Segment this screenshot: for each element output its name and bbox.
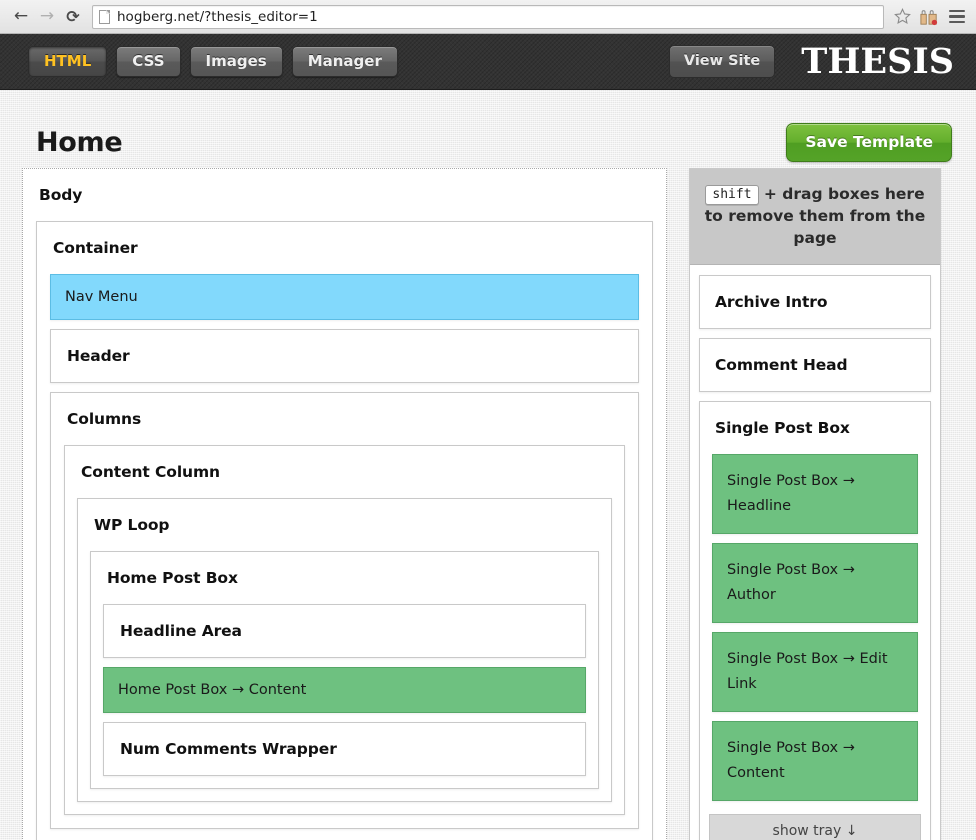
tab-css[interactable]: CSS: [116, 45, 181, 78]
tray-item-comment-head[interactable]: Comment Head: [699, 338, 931, 392]
box-wp-loop-label: WP Loop: [94, 516, 170, 534]
tab-manager[interactable]: Manager: [291, 45, 398, 78]
box-container-children: Nav Menu Header Columns Content Column W…: [37, 274, 652, 840]
tray-item-single-post-box-headline-label: Single Post Box → Headline: [727, 473, 855, 514]
box-header-label: Header: [67, 347, 130, 365]
box-container[interactable]: Container Nav Menu Header Columns Conten…: [36, 221, 653, 840]
box-headline-area-label: Headline Area: [120, 622, 242, 640]
view-site-button[interactable]: View Site: [668, 45, 776, 78]
box-container-label: Container: [53, 239, 138, 257]
url-text: hogberg.net/?thesis_editor=1: [117, 8, 318, 25]
box-num-comments-wrapper[interactable]: Num Comments Wrapper: [103, 722, 586, 776]
tray-item-comment-head-label: Comment Head: [715, 356, 848, 374]
tray-item-archive-intro[interactable]: Archive Intro: [699, 275, 931, 329]
box-home-post-box-label: Home Post Box: [107, 569, 238, 587]
box-headline-area[interactable]: Headline Area: [103, 604, 586, 658]
tray-item-single-post-box-author[interactable]: Single Post Box → Author: [712, 542, 918, 623]
chrome-right-icons: [914, 6, 968, 28]
forward-arrow-icon[interactable]: →: [34, 4, 60, 30]
tray-item-single-post-box-label: Single Post Box: [715, 419, 850, 437]
box-body[interactable]: Body Container Nav Menu Header Columns C…: [22, 168, 667, 840]
box-home-post-box-content-label: Home Post Box → Content: [118, 682, 307, 698]
box-wp-loop-children: Home Post Box Headline Area Home Post Bo…: [78, 551, 611, 801]
box-wp-loop[interactable]: WP Loop Home Post Box Headline Area Home…: [77, 498, 612, 802]
box-home-post-box[interactable]: Home Post Box Headline Area Home Post Bo…: [90, 551, 599, 789]
box-nav-menu[interactable]: Nav Menu: [50, 274, 639, 320]
page-title: Home: [36, 126, 123, 158]
box-header[interactable]: Header: [50, 329, 639, 383]
box-body-children: Container Nav Menu Header Columns Conten…: [23, 221, 666, 840]
editor-page: Home Save Template Body Container Nav Me…: [0, 90, 976, 840]
box-num-comments-wrapper-label: Num Comments Wrapper: [120, 740, 337, 758]
tray-dropzone-instructions: shift + drag boxes here to remove them f…: [690, 169, 940, 265]
show-tray-toggle[interactable]: show tray ↓: [709, 813, 921, 840]
bookmark-star-icon[interactable]: [892, 7, 912, 27]
removal-tray: shift + drag boxes here to remove them f…: [689, 168, 941, 840]
thesis-logo: THESIS: [801, 41, 954, 82]
tray-item-single-post-box-author-label: Single Post Box → Author: [727, 561, 855, 603]
thesis-tab-group: HTML CSS Images Manager: [28, 45, 398, 78]
browser-toolbar: ← → ⟳ hogberg.net/?thesis_editor=1: [0, 0, 976, 34]
back-arrow-icon[interactable]: ←: [8, 4, 34, 30]
page-document-icon: [99, 9, 110, 24]
box-nav-menu-label: Nav Menu: [65, 289, 138, 305]
box-columns[interactable]: Columns Content Column WP Loop Home Post…: [50, 392, 639, 829]
tray-item-single-post-box-edit-link[interactable]: Single Post Box → Edit Link: [712, 631, 918, 712]
tray-single-post-box-children: Single Post Box → Headline Single Post B…: [700, 454, 930, 813]
save-template-button[interactable]: Save Template: [786, 122, 952, 162]
tray-item-single-post-box-edit-link-label: Single Post Box → Edit Link: [727, 650, 888, 692]
address-bar[interactable]: hogberg.net/?thesis_editor=1: [92, 4, 884, 29]
tray-item-single-post-box[interactable]: Single Post Box Single Post Box → Headli…: [699, 401, 931, 840]
browser-menu-icon[interactable]: [946, 7, 968, 27]
template-canvas: Body Container Nav Menu Header Columns C…: [22, 168, 667, 840]
extension-icon[interactable]: [917, 6, 941, 28]
tray-dropzone-panel[interactable]: shift + drag boxes here to remove them f…: [689, 168, 941, 840]
tray-item-list: Archive Intro Comment Head Single Post B…: [690, 265, 940, 840]
tray-item-archive-intro-label: Archive Intro: [715, 293, 828, 311]
tray-item-single-post-box-content[interactable]: Single Post Box → Content: [712, 720, 918, 801]
tray-item-single-post-box-content-label: Single Post Box → Content: [727, 739, 855, 781]
box-body-label: Body: [39, 186, 83, 204]
tab-html[interactable]: HTML: [28, 45, 108, 78]
box-home-post-box-content[interactable]: Home Post Box → Content: [103, 667, 586, 713]
editor-columns: Body Container Nav Menu Header Columns C…: [0, 168, 976, 840]
tab-images[interactable]: Images: [189, 45, 283, 78]
box-content-column-label: Content Column: [81, 463, 220, 481]
tray-item-single-post-box-headline[interactable]: Single Post Box → Headline: [712, 454, 918, 534]
reload-icon[interactable]: ⟳: [60, 4, 86, 30]
box-home-post-box-children: Headline Area Home Post Box → Content Nu…: [91, 604, 598, 788]
box-content-column[interactable]: Content Column WP Loop Home Post Box Hea…: [64, 445, 625, 815]
shift-key-cap: shift: [705, 185, 759, 205]
box-content-column-children: WP Loop Home Post Box Headline Area Home…: [65, 498, 624, 814]
page-header: Home Save Template: [0, 90, 976, 168]
box-columns-children: Content Column WP Loop Home Post Box Hea…: [51, 445, 638, 828]
box-columns-label: Columns: [67, 410, 142, 428]
thesis-toolbar: HTML CSS Images Manager View Site THESIS: [0, 34, 976, 90]
